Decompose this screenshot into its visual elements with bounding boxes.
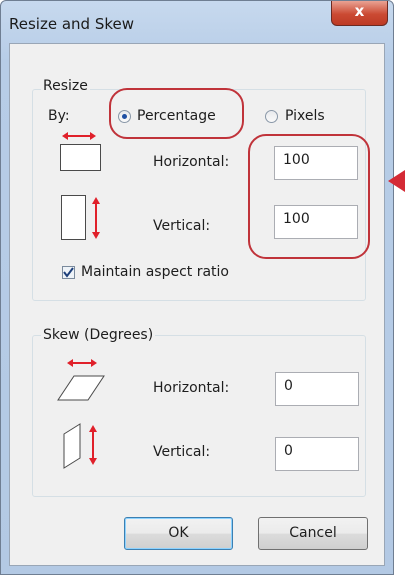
resize-horizontal-icon [60,132,101,171]
skew-vertical-icon [63,423,97,469]
skew-horizontal-icon [57,359,105,401]
skew-vertical-label: Vertical: [153,444,211,460]
checkmark-icon [63,267,74,278]
skew-vertical-input[interactable]: 0 [275,437,359,471]
resize-inputs-highlight-annotation [248,134,370,259]
maintain-aspect-label[interactable]: Maintain aspect ratio [81,264,229,280]
ok-button[interactable]: OK [124,517,233,550]
resize-vertical-icon [61,195,100,240]
skew-horizontal-input[interactable]: 0 [275,372,359,406]
pixels-radio[interactable] [265,110,278,123]
resize-horizontal-label: Horizontal: [153,154,230,170]
by-label: By: [48,108,70,124]
maintain-aspect-checkbox[interactable] [62,266,75,279]
pointer-arrow-icon [388,170,405,192]
close-icon: x [354,2,365,20]
resize-and-skew-dialog: Resize and Skew x Resize By: Percentage … [0,0,394,575]
pixels-label[interactable]: Pixels [285,108,325,124]
cancel-button[interactable]: Cancel [258,517,368,550]
skew-horizontal-label: Horizontal: [153,380,230,396]
skew-group-label: Skew (Degrees) [41,327,156,343]
dialog-title: Resize and Skew [9,15,134,33]
percentage-highlight-annotation [109,88,244,139]
close-button[interactable]: x [331,1,388,26]
resize-vertical-label: Vertical: [153,218,211,234]
resize-group-label: Resize [41,78,90,94]
